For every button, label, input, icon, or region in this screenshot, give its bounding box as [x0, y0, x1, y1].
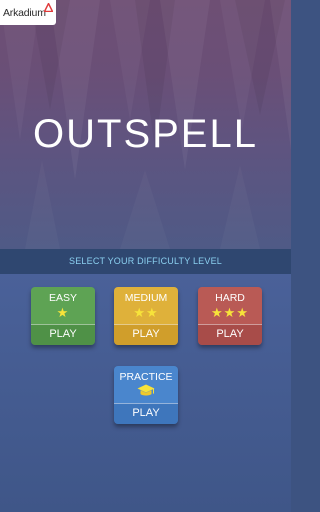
practice-label: PRACTICE: [119, 371, 173, 383]
logo-triangle-icon: [44, 3, 53, 12]
practice-play-label: PLAY: [132, 407, 160, 419]
graduation-cap-icon: [137, 384, 155, 396]
easy-play-strip: PLAY: [31, 324, 95, 345]
medium-play-strip: PLAY: [114, 324, 178, 345]
hard-play-button[interactable]: HARD ★★★ PLAY: [198, 287, 262, 345]
difficulty-band: SELECT YOUR DIFFICULTY LEVEL: [0, 249, 291, 274]
medium-star-icons: ★★: [133, 305, 159, 320]
easy-label: EASY: [48, 292, 77, 304]
practice-play-strip: PLAY: [114, 403, 178, 424]
medium-panel: MEDIUM ★★: [114, 287, 178, 324]
arkadium-logo[interactable]: Arkadium: [0, 0, 56, 25]
hard-panel: HARD ★★★: [198, 287, 262, 324]
game-title: OUTSPELL: [33, 112, 258, 156]
difficulty-prompt: SELECT YOUR DIFFICULTY LEVEL: [69, 256, 222, 266]
hard-play-strip: PLAY: [198, 324, 262, 345]
medium-label: MEDIUM: [124, 292, 168, 304]
easy-play-label: PLAY: [49, 328, 77, 340]
hard-play-label: PLAY: [216, 328, 244, 340]
easy-star-icons: ★: [56, 305, 70, 320]
practice-play-button[interactable]: PRACTICE PLAY: [114, 366, 178, 424]
easy-panel: EASY ★: [31, 287, 95, 324]
easy-play-button[interactable]: EASY ★ PLAY: [31, 287, 95, 345]
logo-text: Arkadium: [3, 7, 46, 19]
hard-label: HARD: [215, 292, 245, 304]
hard-star-icons: ★★★: [211, 305, 249, 320]
medium-play-button[interactable]: MEDIUM ★★ PLAY: [114, 287, 178, 345]
medium-play-label: PLAY: [132, 328, 160, 340]
practice-panel: PRACTICE: [114, 366, 178, 403]
